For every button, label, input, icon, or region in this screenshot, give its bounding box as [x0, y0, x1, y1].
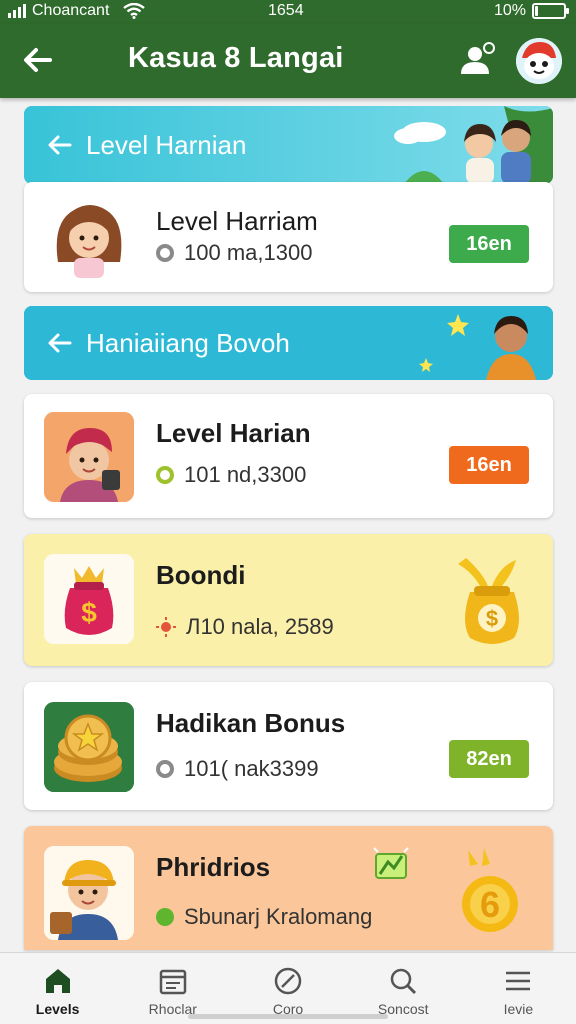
carrier-name: Choancant	[32, 2, 110, 19]
worker-avatar-icon	[44, 846, 134, 940]
card-title: Level Harriam	[156, 206, 318, 236]
arrow-left-icon[interactable]	[20, 42, 56, 78]
arrow-left-icon[interactable]	[46, 329, 74, 357]
search-icon	[390, 968, 417, 995]
status-dot-icon	[156, 760, 174, 778]
card-meta: Sbunarj Kralomang	[156, 904, 372, 930]
home-icon	[45, 969, 70, 993]
six-badge-icon: 6	[462, 848, 518, 932]
card-meta-text: 101 nd,3300	[184, 462, 307, 487]
level-card[interactable]: Level Harian 101 nd,3300 16en	[24, 394, 553, 518]
bonus-card[interactable]: Hadikan Bonus 101( nak3399 82en	[24, 682, 553, 810]
calendar-icon	[159, 969, 187, 995]
app-header: Kasua 8 Langai	[0, 24, 576, 98]
reward-card[interactable]: Phridrios Sbunarj Kralomang 6	[24, 826, 553, 950]
status-right: 10%	[493, 2, 569, 20]
svg-text:6: 6	[480, 884, 500, 925]
boy-avatar-icon	[44, 412, 134, 502]
gold-bag-icon[interactable]: $	[452, 552, 532, 652]
svg-text:$: $	[81, 597, 97, 628]
home-indicator	[188, 1014, 388, 1019]
status-dot-icon	[156, 244, 174, 262]
nav-item-levels[interactable]: Levels	[0, 953, 115, 1024]
girl-avatar-icon	[44, 192, 134, 282]
coin-stack-icon	[44, 702, 134, 792]
avatar[interactable]	[516, 38, 562, 84]
card-title: Hadikan Bonus	[156, 708, 346, 738]
card-title: Phridrios	[156, 852, 271, 882]
card-meta-text: 101( nak3399	[184, 756, 319, 781]
card-meta: 101 nd,3300	[156, 462, 306, 488]
status-dot-icon	[156, 466, 174, 484]
nav-label: Levels	[35, 1001, 80, 1017]
battery-percent: 10%	[493, 2, 526, 19]
sun-icon	[156, 617, 176, 637]
card-meta: 100 ma,1300	[156, 240, 312, 266]
card-badge[interactable]: 16en	[449, 225, 529, 263]
card-title: Boondi	[156, 560, 246, 590]
bonus-card[interactable]: $ Boondi Л10 nala, 2589 $	[24, 534, 553, 666]
section-title: Level Harnian	[86, 130, 247, 160]
section-header[interactable]: Level Harnian	[24, 106, 553, 184]
card-meta: Л10 nala, 2589	[156, 614, 334, 640]
arrow-left-icon[interactable]	[46, 131, 74, 159]
add-user-icon[interactable]	[458, 40, 498, 80]
card-meta-text: 100 ma,1300	[184, 240, 313, 265]
card-title: Level Harian	[156, 418, 311, 448]
battery-fill	[535, 6, 538, 16]
status-left: Choancant	[8, 2, 146, 20]
svg-text:$: $	[486, 606, 498, 631]
avatar-icon	[516, 38, 562, 84]
status-time: 1654	[268, 2, 304, 19]
card-badge[interactable]: 82en	[449, 740, 529, 778]
wifi-icon	[123, 3, 146, 19]
status-dot-icon	[156, 908, 174, 926]
section-header[interactable]: Haniaiiang Bovoh	[24, 306, 553, 380]
level-card[interactable]: Level Harriam 100 ma,1300 16en	[24, 182, 553, 292]
page-title: Kasua 8 Langai	[128, 42, 344, 74]
nav-label: Ievie	[503, 1001, 534, 1017]
chart-spark-icon	[373, 847, 409, 879]
signal-icon	[8, 4, 26, 18]
section-title: Haniaiiang Bovoh	[86, 328, 290, 358]
menu-icon	[506, 971, 531, 991]
card-meta: 101( nak3399	[156, 756, 319, 782]
card-meta-text: Л10 nala, 2589	[186, 614, 334, 639]
card-meta-text: Sbunarj Kralomang	[184, 904, 373, 929]
nav-item-ievie[interactable]: Ievie	[461, 953, 576, 1024]
compass-icon	[274, 967, 302, 995]
battery-icon	[532, 3, 569, 19]
status-bar: Choancant 1654 10%	[0, 0, 576, 24]
money-bag-icon: $	[44, 554, 134, 644]
card-badge[interactable]: 16en	[449, 446, 529, 484]
